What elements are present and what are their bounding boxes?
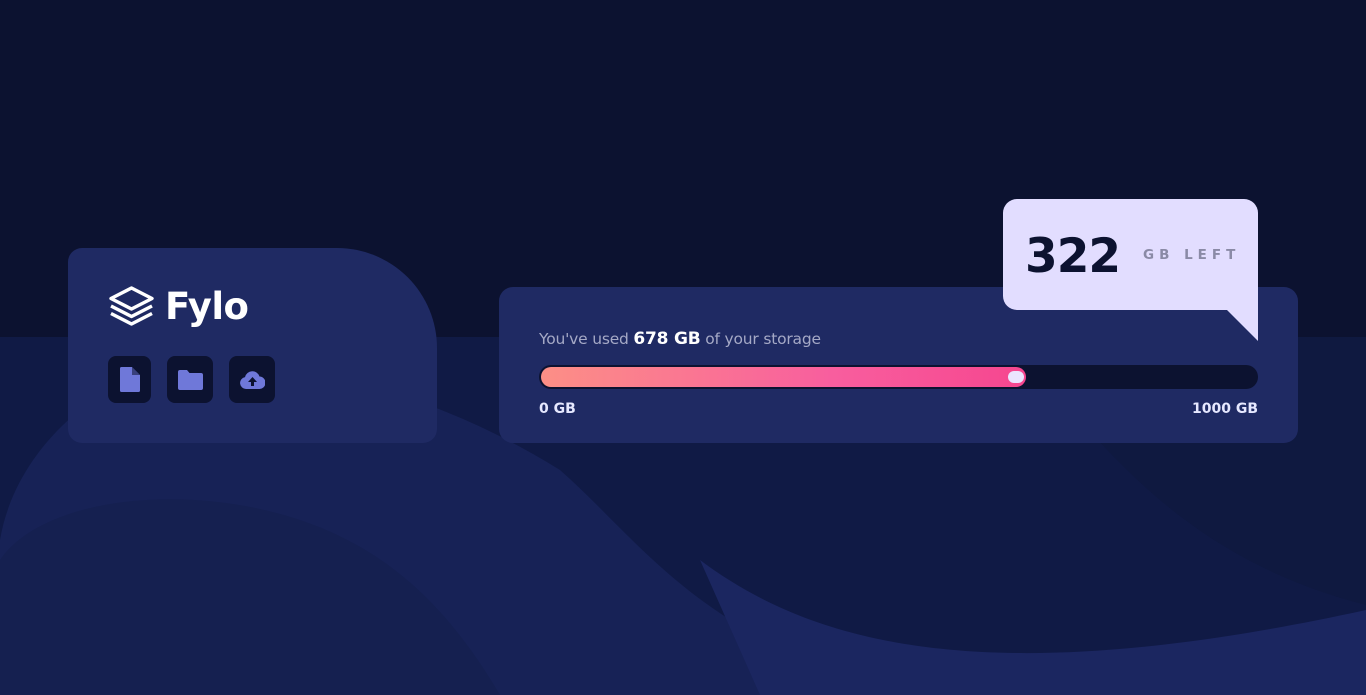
- remaining-number: 322: [1025, 229, 1121, 284]
- remaining-label: GB LEFT: [1143, 247, 1241, 263]
- toolbar: [108, 356, 275, 403]
- page: Fylo You've used 678 GB of your storage …: [0, 0, 1366, 695]
- cloud-upload-icon: [239, 370, 265, 389]
- remaining-callout: 322 GB LEFT: [1003, 199, 1258, 310]
- usage-text: You've used 678 GB of your storage: [539, 329, 821, 349]
- storage-card: You've used 678 GB of your storage 0 GB …: [499, 287, 1298, 443]
- scale-max-label: 1000 GB: [1191, 401, 1258, 417]
- progress-knob: [1008, 371, 1024, 383]
- scale-min-label: 0 GB: [539, 401, 576, 417]
- callout-tail: [1226, 309, 1258, 341]
- stacked-layers-icon: [109, 286, 154, 326]
- storage-progress-bar: [539, 365, 1258, 389]
- upload-button[interactable]: [229, 356, 275, 403]
- file-icon: [119, 367, 140, 392]
- logo-card: Fylo: [68, 248, 437, 443]
- folder-icon: [177, 369, 203, 390]
- folder-button[interactable]: [167, 356, 213, 403]
- storage-progress-fill: [541, 367, 1026, 387]
- brand-logo: Fylo: [108, 284, 249, 328]
- used-value: 678 GB: [633, 329, 701, 349]
- usage-suffix: of your storage: [700, 330, 821, 348]
- file-button[interactable]: [108, 356, 151, 403]
- usage-prefix: You've used: [539, 330, 634, 348]
- brand-name: Fylo: [165, 284, 249, 328]
